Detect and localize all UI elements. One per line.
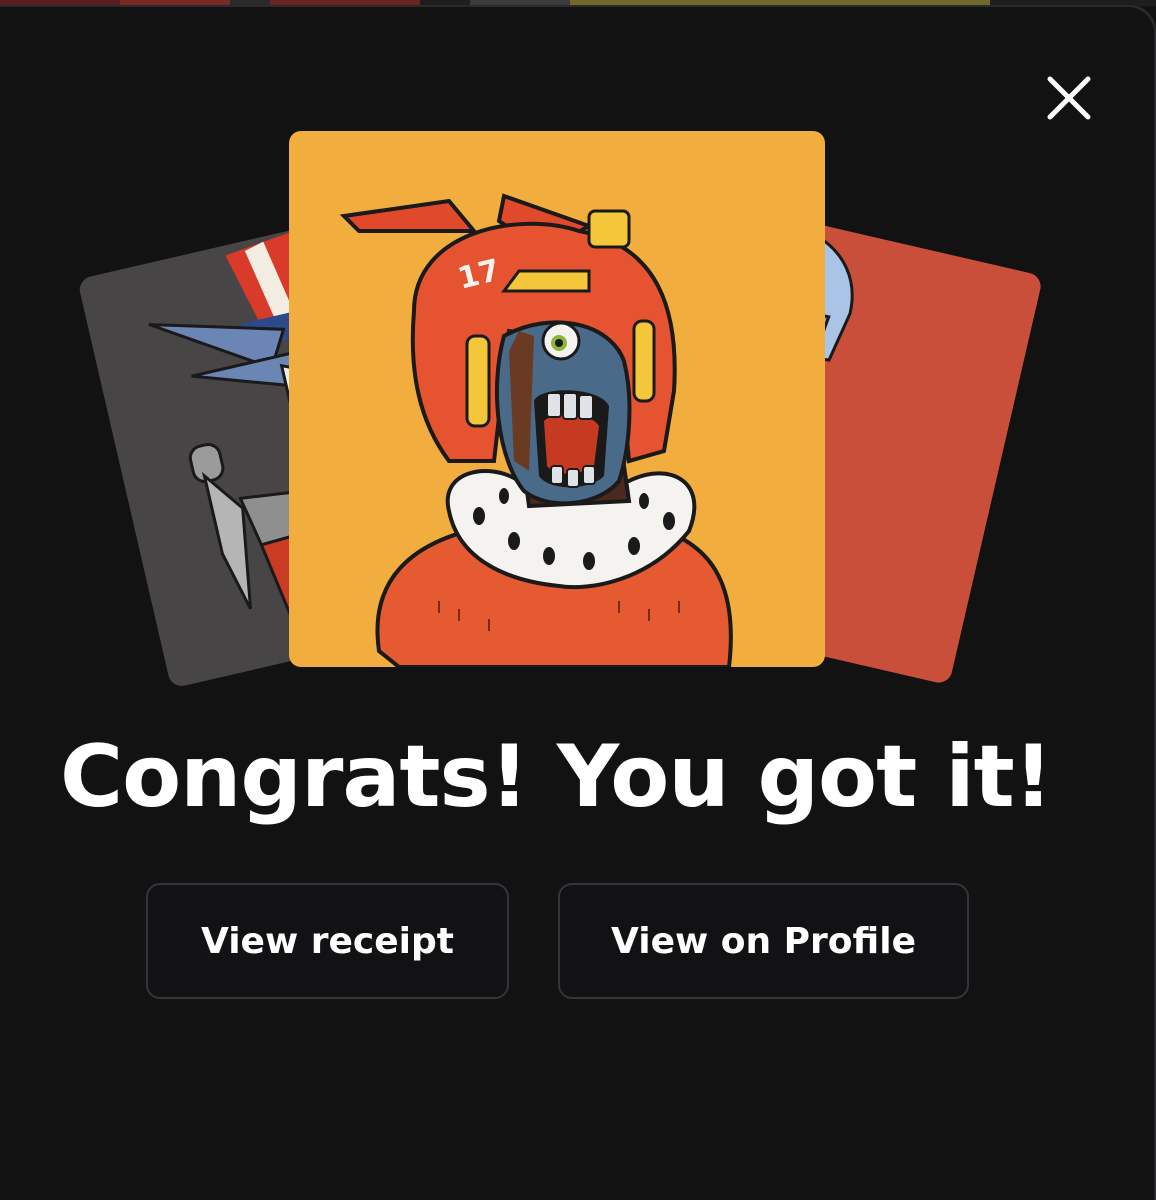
nft-artwork-featured: 17 [289, 131, 825, 667]
view-on-profile-button[interactable]: View on Profile [558, 883, 969, 999]
nft-card-featured: 17 [289, 131, 825, 667]
view-receipt-button[interactable]: View receipt [146, 883, 509, 999]
close-icon [1047, 76, 1091, 120]
success-headline: Congrats! You got it! [59, 727, 1053, 827]
page: 17 Congrats! You got it! View receipt Vi… [0, 0, 1156, 1200]
close-button[interactable] [1042, 71, 1096, 125]
purchase-success-modal: 17 Congrats! You got it! View receipt Vi… [0, 5, 1156, 1200]
